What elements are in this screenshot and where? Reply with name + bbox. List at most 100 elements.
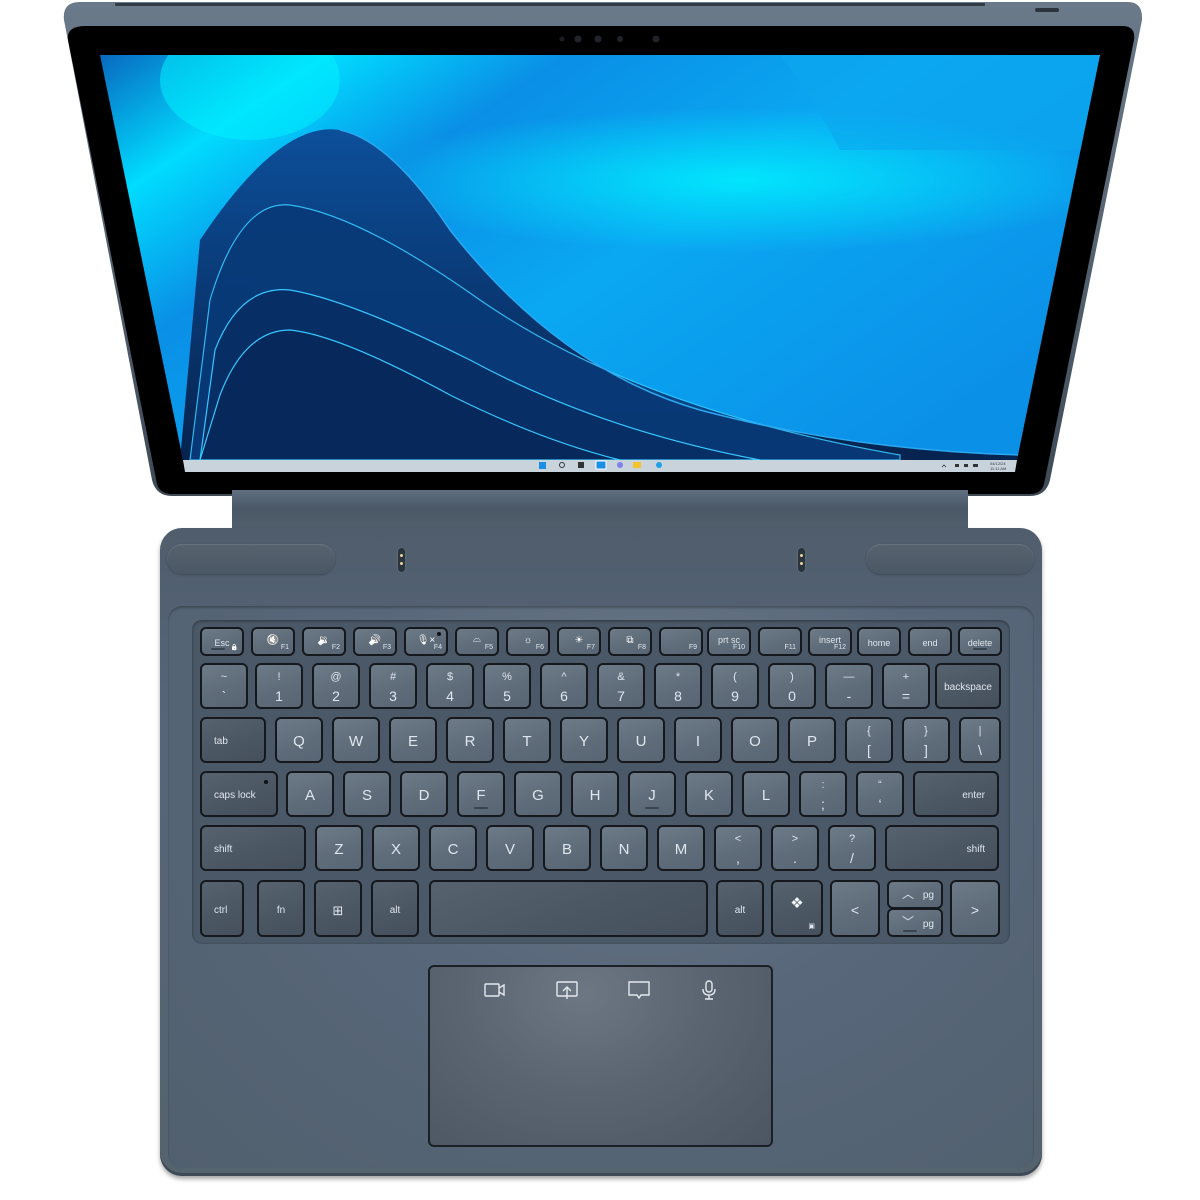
key-page-down[interactable]: ﹀ pg (887, 908, 943, 937)
key-home[interactable]: home (857, 627, 901, 656)
key-backslash[interactable]: | \ (959, 717, 1001, 763)
key-m[interactable]: M (657, 825, 705, 871)
key-shift[interactable]: shift (885, 825, 999, 871)
share-screen-icon[interactable] (554, 979, 580, 1001)
key-fn[interactable]: fn (257, 880, 305, 937)
key-alt[interactable]: alt (716, 880, 764, 937)
key-blank[interactable]: {[ (845, 717, 893, 763)
trackpad[interactable] (428, 965, 773, 1147)
key-blank[interactable]: ⧉ F8 (608, 627, 652, 656)
key-p[interactable]: P (788, 717, 836, 763)
key-blank[interactable]: ~ ` (200, 663, 248, 709)
key-letter: O (749, 733, 761, 750)
key-blank[interactable]: + = (882, 663, 930, 709)
key-kbd-light[interactable]: ⌓ F5 (455, 627, 499, 656)
video-camera-icon[interactable] (482, 979, 508, 1001)
key-blank[interactable]: >. (771, 825, 819, 871)
key-a[interactable]: A (286, 771, 334, 817)
key-w[interactable]: W (332, 717, 380, 763)
key-s[interactable]: S (343, 771, 391, 817)
key-tab[interactable]: tab (200, 717, 266, 763)
key-u[interactable]: U (617, 717, 665, 763)
key-space[interactable] (429, 880, 708, 937)
key-legend: ‘ (878, 796, 882, 812)
key-shift[interactable]: shift (200, 825, 306, 871)
key-7[interactable]: & 7 (597, 663, 645, 709)
key-blank[interactable]: 🔉 F2 (302, 627, 346, 656)
key-blank[interactable]: ☼ F6 (506, 627, 550, 656)
key-blank[interactable]: :; (799, 771, 847, 817)
key-o[interactable]: O (731, 717, 779, 763)
key-esc[interactable]: Esc 🔒 (200, 627, 244, 656)
key-r5c8[interactable]: ︿ pg ﹀ pg (887, 880, 943, 937)
fn-label: F9 (688, 644, 697, 651)
key-blank[interactable]: — - (825, 663, 873, 709)
key-page-up[interactable]: ︿ pg (887, 880, 943, 909)
key-6[interactable]: ^ 6 (540, 663, 588, 709)
key-0[interactable]: ) 0 (768, 663, 816, 709)
key-blank[interactable]: 🔇 F1 (251, 627, 295, 656)
key-x[interactable]: X (372, 825, 420, 871)
key-1[interactable]: ! 1 (255, 663, 303, 709)
key-r[interactable]: R (446, 717, 494, 763)
key-k[interactable]: K (685, 771, 733, 817)
key-5[interactable]: % 5 (483, 663, 531, 709)
key-arrow-left[interactable]: < (830, 880, 880, 937)
key-8[interactable]: * 8 (654, 663, 702, 709)
key-legend: delete (967, 638, 993, 648)
key-l[interactable]: L (742, 771, 790, 817)
key-letter: D (418, 787, 430, 804)
windows-logo-icon: ⊞ (332, 902, 344, 918)
key-copilot[interactable]: ❖ ▣ (771, 880, 823, 937)
key-blank[interactable]: 🔊 F3 (353, 627, 397, 656)
key-backspace[interactable]: backspace (935, 663, 1001, 709)
key-t[interactable]: T (503, 717, 551, 763)
microphone-icon[interactable] (696, 979, 722, 1001)
key-end[interactable]: end (908, 627, 952, 656)
key-d[interactable]: D (400, 771, 448, 817)
key-alt[interactable]: alt (371, 880, 419, 937)
key-v[interactable]: V (486, 825, 534, 871)
key-c[interactable]: C (429, 825, 477, 871)
key-h[interactable]: H (571, 771, 619, 817)
key-legend: 5 (503, 688, 511, 704)
key-blank[interactable]: }] (902, 717, 950, 763)
key-windows[interactable]: ⊞ (314, 880, 362, 937)
key-blank[interactable]: “‘ (856, 771, 904, 817)
key-insert[interactable]: insert F12 (808, 627, 852, 656)
key-2[interactable]: @2 (312, 663, 360, 709)
key-delete[interactable]: delete (958, 627, 1002, 656)
key-n[interactable]: N (600, 825, 648, 871)
key-e[interactable]: E (389, 717, 437, 763)
key-z[interactable]: Z (315, 825, 363, 871)
key-4[interactable]: $4 (426, 663, 474, 709)
key-y[interactable]: Y (560, 717, 608, 763)
key-ctrl[interactable]: ctrl (200, 880, 244, 937)
key-q[interactable]: Q (275, 717, 323, 763)
key-f11[interactable]: F11 (758, 627, 802, 656)
key-prt-sc[interactable]: prt sc F10 (707, 627, 751, 656)
key-letter: F (476, 787, 486, 804)
key-9[interactable]: (9 (711, 663, 759, 709)
key-shift-legend: ? (848, 833, 856, 845)
key-g[interactable]: G (514, 771, 562, 817)
key-blank[interactable]: ☀ F7 (557, 627, 601, 656)
key-blank[interactable]: <, (714, 825, 762, 871)
chat-icon[interactable] (626, 979, 652, 1001)
key-blank[interactable]: 🎙× F4 (404, 627, 448, 656)
key-arrow-right[interactable]: > (950, 880, 1000, 937)
key-shift-legend: ^ (561, 671, 567, 683)
key-caps-lock[interactable]: caps lock (200, 771, 278, 817)
key-blank[interactable]: ? / (828, 825, 876, 871)
key-i[interactable]: I (674, 717, 722, 763)
fn-label: F2 (331, 644, 340, 651)
key-j[interactable]: J (628, 771, 676, 817)
key-b[interactable]: B (543, 825, 591, 871)
key-legend: 0 (788, 688, 796, 704)
key-letter: X (390, 841, 401, 858)
key-f9[interactable]: F9 (659, 627, 703, 656)
key-legend: [ (867, 742, 871, 758)
key-f[interactable]: F (457, 771, 505, 817)
key-enter[interactable]: enter (913, 771, 999, 817)
key-3[interactable]: #3 (369, 663, 417, 709)
